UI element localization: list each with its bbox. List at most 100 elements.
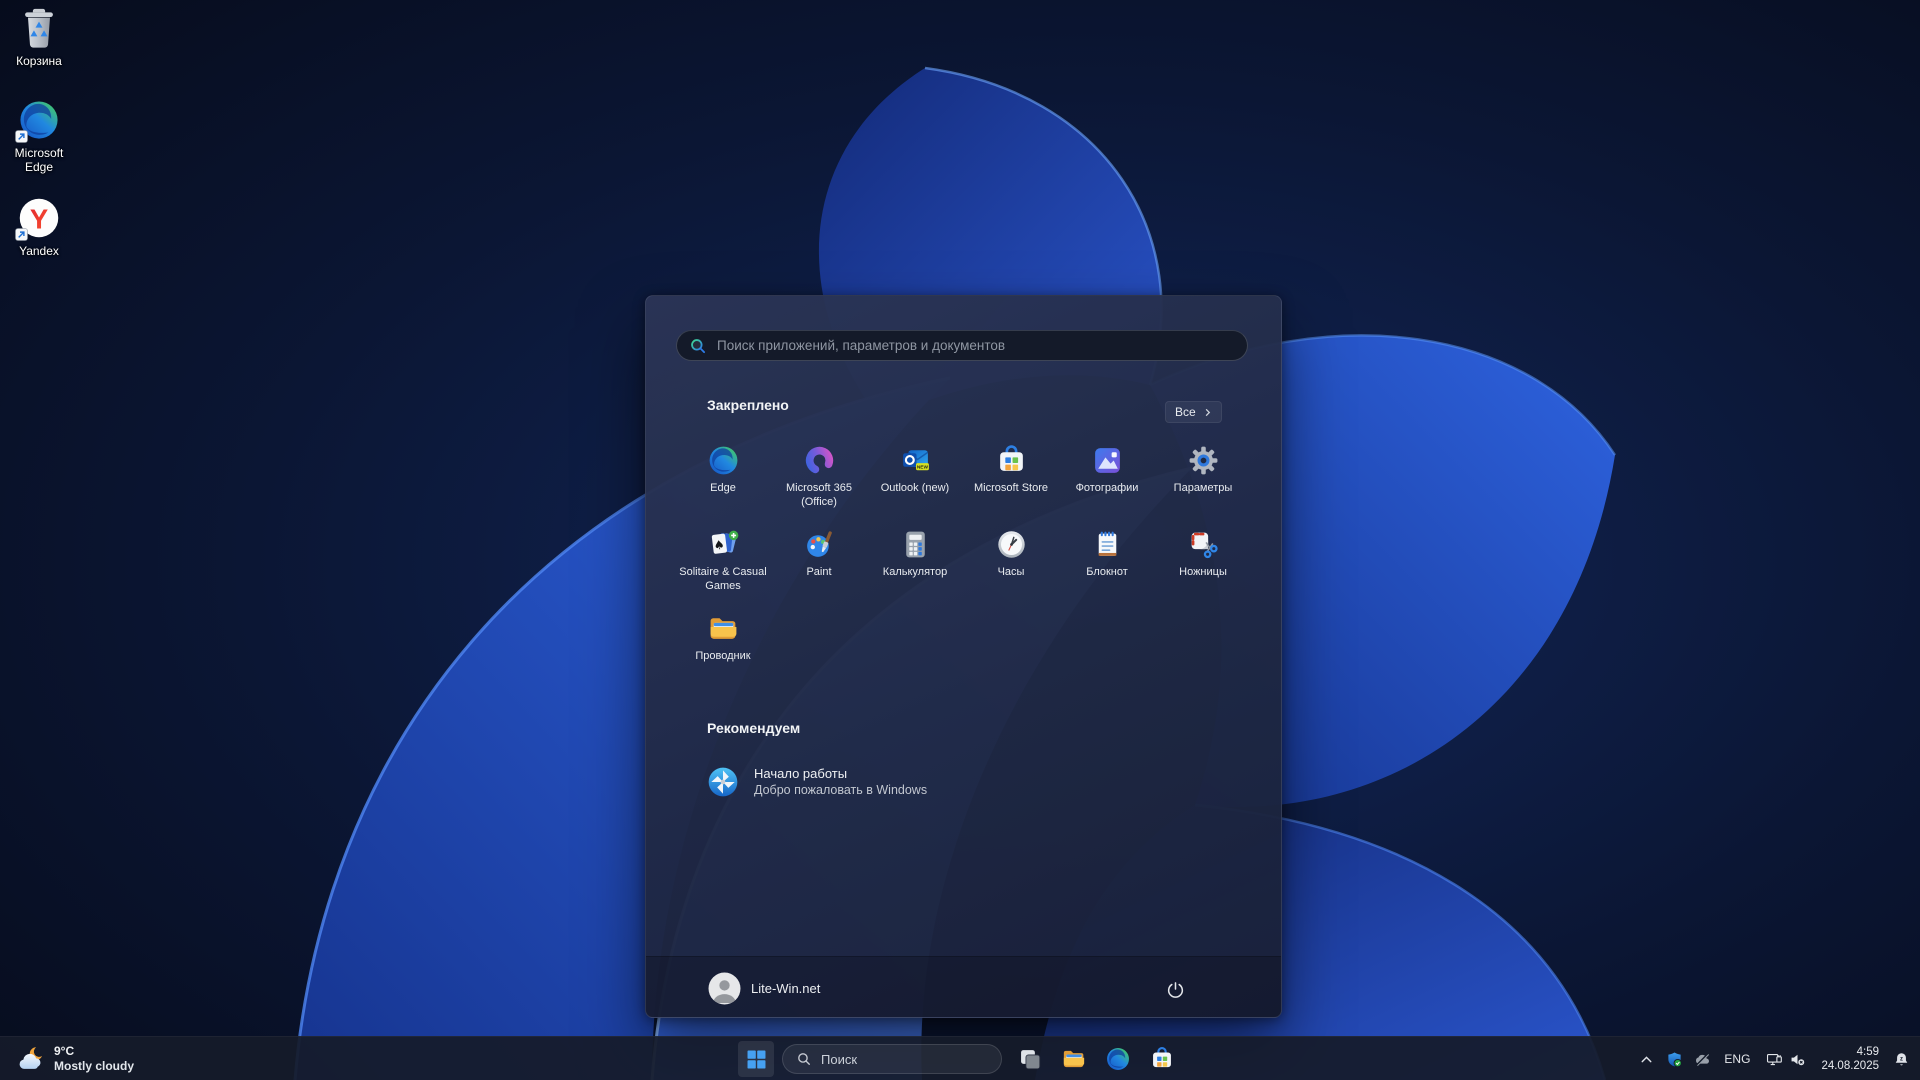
pinned-app-solitaire[interactable]: ♠ Solitaire & Casual Games: [675, 526, 771, 610]
tray-date: 24.08.2025: [1821, 1060, 1879, 1072]
edge-icon: [15, 98, 61, 143]
user-profile-button[interactable]: Lite-Win.net: [696, 966, 832, 1011]
edge-taskbar-button[interactable]: [1098, 1039, 1138, 1079]
explorer-icon: [707, 612, 740, 645]
desktop-icon-edge[interactable]: Microsoft Edge: [0, 98, 78, 174]
calculator-icon: [899, 528, 932, 561]
taskbar-search-box[interactable]: Поиск: [782, 1044, 1002, 1074]
defender-shield-icon: [1668, 1052, 1682, 1067]
pinned-app-label: Edge: [710, 482, 736, 494]
pinned-app-label: Ножницы: [1179, 566, 1227, 578]
pinned-apps-grid: Edge Microsoft 365 (Office) NEW Outlook (ne…: [675, 442, 1253, 694]
pinned-app-label: Проводник: [695, 650, 751, 662]
pinned-app-label: Часы: [997, 566, 1025, 578]
pinned-section-title: Закреплено: [707, 397, 789, 413]
microsoft-store-icon: [1153, 1046, 1171, 1068]
pinned-all-button[interactable]: Все: [1165, 401, 1222, 423]
power-icon: [1167, 981, 1183, 998]
pinned-app-calculator[interactable]: Калькулятор: [867, 526, 963, 610]
chevron-right-icon: [1205, 408, 1210, 416]
weather-condition: Mostly cloudy: [54, 1059, 135, 1073]
weather-widget[interactable]: 9°C Mostly cloudy: [6, 1039, 144, 1079]
pinned-app-label: Paint: [806, 566, 832, 578]
pinned-app-store[interactable]: Microsoft Store: [963, 442, 1059, 526]
pinned-app-snipping[interactable]: Ножницы: [1155, 526, 1251, 610]
recommended-item-getstarted[interactable]: Начало работы Добро пожаловать в Windows: [692, 756, 962, 808]
start-menu: Закреплено Все Edge Microsoft 365 (Office…: [645, 295, 1282, 1018]
system-tray: ENG 4:59 24.08.2025 z: [1632, 1039, 1916, 1079]
recommended-section-title: Рекомендуем: [707, 720, 801, 736]
onedrive-tray[interactable]: [1688, 1041, 1716, 1077]
user-name-label: Lite-Win.net: [751, 981, 821, 996]
network-monitor-icon: [1767, 1053, 1783, 1065]
pinned-app-outlook[interactable]: NEW Outlook (new): [867, 442, 963, 526]
paint-icon: [803, 528, 836, 561]
edge-icon: [707, 444, 740, 477]
pinned-app-label: Калькулятор: [882, 566, 948, 578]
weather-text: 9°C Mostly cloudy: [54, 1044, 134, 1074]
clock-tray[interactable]: 4:59 24.08.2025: [1814, 1041, 1886, 1077]
settings-icon: [1187, 444, 1220, 477]
search-icon: [691, 338, 706, 353]
pinned-app-label: Outlook (new): [880, 482, 950, 494]
recommended-item-title: Начало работы: [754, 766, 848, 781]
recommended-item-subtitle: Добро пожаловать в Windows: [754, 783, 928, 797]
pinned-app-label: Параметры: [1173, 482, 1233, 494]
yandex-icon: Y: [15, 196, 61, 241]
notification-bell-dnd-icon: z: [1895, 1052, 1907, 1065]
start-search-container: [676, 330, 1248, 361]
photos-icon: [1091, 444, 1124, 477]
pinned-app-label: Блокнот: [1086, 566, 1128, 578]
chevron-up-icon: [1641, 1055, 1652, 1062]
pinned-app-label: Фотографии: [1075, 482, 1139, 494]
task-view-button[interactable]: [1010, 1039, 1050, 1079]
pinned-app-settings[interactable]: Параметры: [1155, 442, 1251, 526]
store-icon: [995, 444, 1028, 477]
taskbar: 9°C Mostly cloudy Поиск ENG 4:59 24.08.2…: [0, 1036, 1920, 1080]
pinned-app-notepad[interactable]: Блокнот: [1059, 526, 1155, 610]
microsoft-store-button[interactable]: [1142, 1039, 1182, 1079]
pinned-app-paint[interactable]: Paint: [771, 526, 867, 610]
pinned-app-clock[interactable]: Часы: [963, 526, 1059, 610]
onedrive-offline-icon: [1695, 1052, 1709, 1066]
recommended-text: Начало работы Добро пожаловать в Windows: [754, 766, 927, 798]
svg-text:♠: ♠: [712, 538, 725, 553]
svg-text:NEW: NEW: [916, 465, 928, 471]
clock-icon: [995, 528, 1028, 561]
start-button[interactable]: [738, 1041, 774, 1077]
outlook-icon: NEW: [899, 444, 932, 477]
pinned-app-label: Microsoft 365 (Office): [785, 482, 853, 508]
notepad-icon: [1091, 528, 1124, 561]
language-label: ENG: [1724, 1052, 1751, 1066]
pinned-app-label: Solitaire & Casual Games: [679, 566, 767, 592]
desktop-icon-recycle[interactable]: Корзина: [0, 6, 78, 68]
network-volume-tray[interactable]: [1758, 1041, 1814, 1077]
edge-icon: [1107, 1048, 1129, 1070]
start-search-input[interactable]: [676, 330, 1248, 361]
tray-overflow-button[interactable]: [1632, 1041, 1660, 1077]
notification-center-button[interactable]: z: [1886, 1041, 1916, 1077]
windows-security-tray[interactable]: [1660, 1041, 1688, 1077]
snipping-icon: [1187, 528, 1220, 561]
language-indicator[interactable]: ENG: [1716, 1041, 1758, 1077]
solitaire-icon: ♠: [707, 528, 740, 561]
power-button[interactable]: [1155, 969, 1195, 1009]
recycle-icon: [17, 6, 61, 50]
weather-moon-cloud-icon: [19, 1047, 43, 1069]
taskbar-center: Поиск: [738, 1039, 1182, 1079]
weather-temperature: 9°C: [54, 1044, 75, 1058]
user-avatar: [708, 972, 741, 1005]
pinned-app-photos[interactable]: Фотографии: [1059, 442, 1155, 526]
desktop-icon-yandex[interactable]: Y Yandex: [0, 196, 78, 258]
volume-muted-icon: [1791, 1054, 1805, 1065]
pinned-app-explorer[interactable]: Проводник: [675, 610, 771, 694]
pinned-app-m365[interactable]: Microsoft 365 (Office): [771, 442, 867, 526]
desktop-icon-label: Yandex: [19, 244, 59, 258]
file-explorer-button[interactable]: [1054, 1039, 1094, 1079]
pinned-app-label: Microsoft Store: [974, 482, 1048, 494]
desktop-icon-label: Корзина: [16, 54, 62, 68]
taskbar-search-label: Поиск: [821, 1051, 858, 1067]
pinned-app-edge[interactable]: Edge: [675, 442, 771, 526]
file-explorer-icon: [1063, 1050, 1085, 1068]
getstarted-icon: [706, 765, 740, 799]
